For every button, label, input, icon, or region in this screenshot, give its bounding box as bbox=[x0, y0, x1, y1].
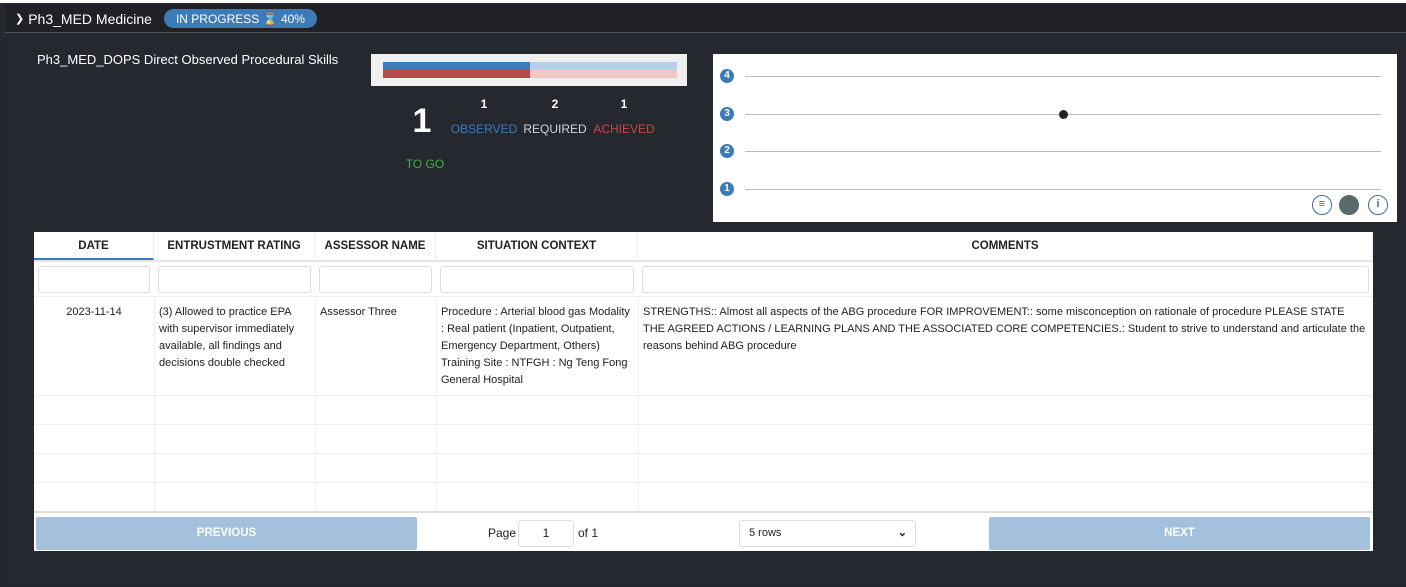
column-header[interactable]: COMMENTS bbox=[638, 232, 1373, 260]
chart-action-icon[interactable] bbox=[1339, 195, 1359, 215]
section-title: Ph3_MED Medicine bbox=[28, 10, 152, 27]
chevron-down-icon: ⌄ bbox=[897, 527, 907, 539]
column-filter-input[interactable] bbox=[38, 266, 150, 293]
rows-per-page-select[interactable]: 5 rows ⌄ bbox=[739, 520, 916, 547]
module-title: Ph3_MED_DOPS Direct Observed Procedural … bbox=[37, 52, 339, 67]
row-divider bbox=[34, 395, 1373, 396]
column-filter-input[interactable] bbox=[642, 266, 1369, 293]
column-header[interactable]: ASSESSOR NAME bbox=[315, 232, 436, 260]
observed-value: 1 bbox=[480, 97, 488, 111]
pagination: PREVIOUS Page 1 of 1 5 rows ⌄ NEXT bbox=[34, 511, 1373, 551]
gridline bbox=[745, 151, 1381, 153]
y-tick-label: 3 bbox=[720, 106, 734, 121]
y-tick-label: 4 bbox=[720, 68, 734, 83]
previous-button[interactable]: PREVIOUS bbox=[36, 517, 417, 550]
page-label: Page bbox=[488, 526, 517, 540]
data-point[interactable] bbox=[1059, 109, 1068, 119]
gridline bbox=[745, 75, 1381, 77]
observations-table: PREVIOUS Page 1 of 1 5 rows ⌄ NEXT DATE 20… bbox=[34, 232, 1373, 551]
table-cell: Procedure : Arterial blood gas Modality … bbox=[441, 306, 630, 386]
table-cell: (3) Allowed to practice EPA with supervi… bbox=[159, 306, 295, 369]
next-button[interactable]: NEXT bbox=[989, 517, 1370, 550]
page-input[interactable]: 1 bbox=[518, 520, 574, 547]
table-cell: STRENGTHS:: Almost all aspects of the AB… bbox=[643, 306, 1366, 352]
column-header[interactable]: DATE bbox=[34, 232, 154, 260]
column-divider bbox=[315, 296, 316, 511]
to-go-value: 1 bbox=[412, 102, 432, 140]
hourglass-icon: ⌛ bbox=[262, 11, 278, 26]
column-filter-input[interactable] bbox=[158, 266, 311, 293]
row-divider bbox=[34, 453, 1373, 454]
column-filter-input[interactable] bbox=[319, 266, 432, 293]
achieved-label: ACHIEVED bbox=[593, 122, 655, 136]
row-divider bbox=[34, 482, 1373, 483]
y-tick-label: 1 bbox=[720, 182, 734, 196]
table-cell: Assessor Three bbox=[320, 306, 397, 318]
required-label: REQUIRED bbox=[523, 122, 587, 136]
row-divider bbox=[34, 296, 1373, 297]
column-filter-input[interactable] bbox=[440, 266, 634, 293]
section-header[interactable]: ❯ Ph3_MED Medicine IN PROGRESS ⌛ 40% bbox=[5, 5, 1406, 33]
y-tick-label: 2 bbox=[720, 144, 734, 159]
required-value: 2 bbox=[551, 97, 559, 111]
gridline bbox=[745, 189, 1381, 190]
column-divider bbox=[638, 296, 639, 511]
sliders-icon[interactable]: ≡ bbox=[1312, 195, 1332, 215]
progress-bar bbox=[371, 54, 687, 86]
rating-chart: ≡ i 1 2 3 4 bbox=[713, 54, 1397, 222]
table-cell: 2023-11-14 bbox=[66, 306, 122, 318]
column-header[interactable]: ENTRUSTMENT RATING bbox=[154, 232, 315, 260]
page-count: of 1 bbox=[578, 526, 599, 540]
column-header[interactable]: SITUATION CONTEXT bbox=[436, 232, 638, 260]
status-badge: IN PROGRESS ⌛ 40% bbox=[163, 9, 317, 28]
column-divider bbox=[154, 296, 155, 511]
achieved-value: 1 bbox=[620, 97, 628, 111]
column-divider bbox=[436, 296, 437, 511]
chevron-down-icon[interactable]: ❯ bbox=[15, 12, 24, 25]
info-icon[interactable]: i bbox=[1368, 195, 1388, 215]
top-border bbox=[0, 0, 1406, 3]
row-divider bbox=[34, 424, 1373, 425]
observed-label: OBSERVED bbox=[450, 122, 518, 136]
to-go-label: TO GO bbox=[405, 157, 445, 171]
